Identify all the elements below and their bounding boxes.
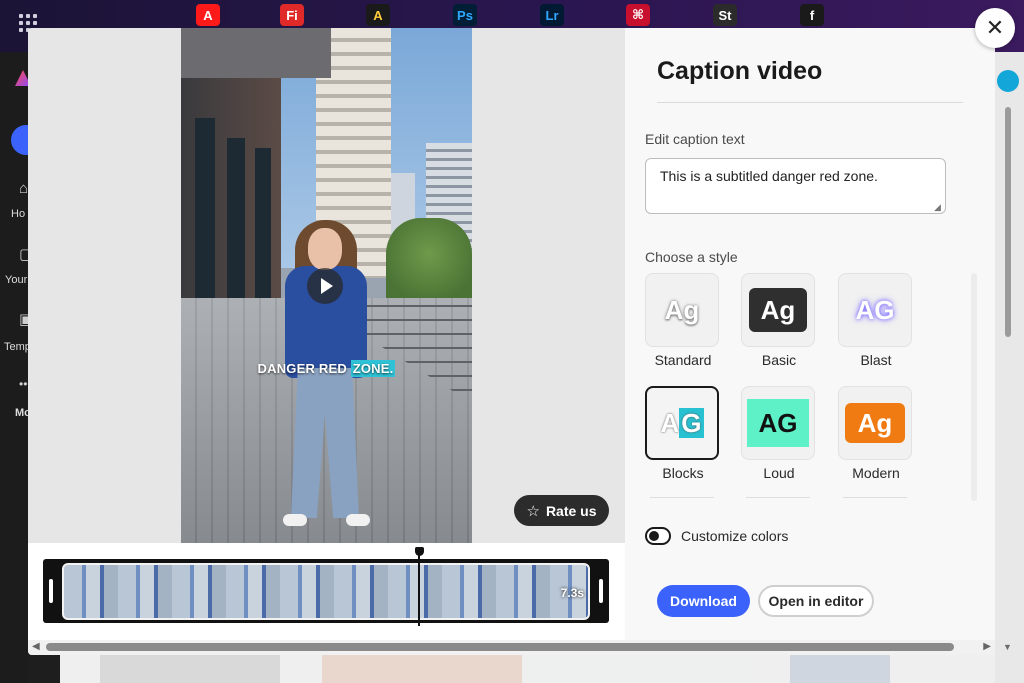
style-swatch: AG bbox=[747, 399, 809, 447]
photoshop-app-icon[interactable]: Ps bbox=[453, 4, 477, 26]
style-preview: AG bbox=[741, 386, 815, 460]
lightroom-app-icon[interactable]: Lr bbox=[540, 4, 564, 26]
style-grid: Ag Standard Ag Basic AG Blast AG Blocks … bbox=[645, 273, 945, 501]
template-thumbnail[interactable] bbox=[790, 655, 890, 683]
trim-handle-right[interactable] bbox=[599, 579, 603, 603]
caption-text-input[interactable] bbox=[645, 158, 946, 214]
fresco-app-icon[interactable]: Fi bbox=[280, 4, 304, 26]
download-button[interactable]: Download bbox=[657, 585, 750, 617]
style-option-blast[interactable]: AG Blast bbox=[838, 273, 914, 368]
horizontal-scrollbar[interactable]: ◀ ▶ bbox=[28, 640, 995, 655]
style-option-modern[interactable]: Ag Modern bbox=[838, 386, 914, 481]
video-preview[interactable]: DANGER RED ZONE. bbox=[181, 28, 472, 543]
toggle-knob bbox=[649, 531, 659, 541]
title-divider bbox=[657, 102, 963, 103]
scrollbar-thumb[interactable] bbox=[46, 643, 954, 651]
play-icon bbox=[320, 278, 333, 294]
style-name: Blast bbox=[860, 352, 892, 368]
open-in-editor-button[interactable]: Open in editor bbox=[758, 585, 874, 617]
style-swatch: Ag bbox=[749, 288, 807, 332]
style-swatch: Ag bbox=[845, 403, 905, 443]
style-name: Modern bbox=[852, 465, 900, 481]
background-template-strip bbox=[60, 655, 995, 683]
background-scrollbar[interactable] bbox=[1005, 107, 1011, 337]
video-preview-area: DANGER RED ZONE. ☆ Rate us bbox=[28, 28, 625, 543]
template-thumbnail[interactable] bbox=[322, 655, 522, 683]
rate-us-label: Rate us bbox=[545, 502, 597, 519]
user-avatar[interactable] bbox=[997, 70, 1019, 92]
style-preview: AG bbox=[645, 386, 719, 460]
playhead[interactable] bbox=[418, 547, 420, 626]
trim-handle-left[interactable] bbox=[49, 579, 53, 603]
customize-colors-label: Customize colors bbox=[681, 528, 789, 544]
style-option-loud[interactable]: AG Loud bbox=[741, 386, 817, 481]
play-button[interactable] bbox=[307, 268, 343, 304]
caption-video-dialog: DANGER RED ZONE. ☆ Rate us 7.3s ◀ ▶ Capt… bbox=[28, 28, 995, 655]
choose-style-label: Choose a style bbox=[645, 249, 738, 265]
style-option-standard[interactable]: Ag Standard bbox=[645, 273, 721, 368]
scroll-down-icon[interactable]: ▼ bbox=[1003, 642, 1012, 652]
style-swatch: Ag bbox=[664, 294, 700, 325]
left-nav: ⌂ Ho ▢ Your ▣ Temp ••• Mo bbox=[0, 52, 41, 683]
rate-us-button[interactable]: ☆ Rate us bbox=[514, 495, 609, 526]
style-swatch: AG bbox=[660, 407, 704, 438]
timeline-duration: 7.3s bbox=[560, 586, 584, 600]
background-content-right: ▼ bbox=[995, 52, 1024, 683]
caption-overlay-highlight: ZONE. bbox=[350, 360, 396, 377]
next-row-edge bbox=[746, 497, 810, 498]
caption-overlay-text: DANGER RED bbox=[257, 361, 351, 376]
style-name: Standard bbox=[654, 352, 712, 368]
close-dialog-button[interactable]: ✕ bbox=[975, 8, 1015, 48]
style-preview: Ag bbox=[838, 386, 912, 460]
star-icon: ☆ bbox=[526, 502, 540, 520]
stock-app-icon[interactable]: St bbox=[713, 4, 737, 26]
express-app-icon[interactable]: A bbox=[366, 4, 390, 26]
next-row-edge bbox=[650, 497, 714, 498]
acrobat-app-icon[interactable]: A bbox=[196, 4, 220, 26]
caption-overlay: DANGER RED ZONE. bbox=[181, 360, 472, 377]
edit-caption-label: Edit caption text bbox=[645, 131, 745, 147]
style-option-basic[interactable]: Ag Basic bbox=[741, 273, 817, 368]
dialog-title: Caption video bbox=[657, 57, 823, 85]
timeline-frames[interactable]: 7.3s bbox=[62, 563, 590, 620]
acrobat-pdf-app-icon[interactable]: ⌘ bbox=[626, 4, 650, 26]
scroll-left-icon[interactable]: ◀ bbox=[32, 641, 40, 652]
style-name: Loud bbox=[763, 465, 795, 481]
style-option-blocks[interactable]: AG Blocks bbox=[645, 386, 721, 481]
template-thumbnail[interactable] bbox=[530, 655, 750, 683]
next-row-edge bbox=[843, 497, 907, 498]
customize-colors-toggle[interactable] bbox=[645, 527, 671, 545]
style-grid-scrollbar[interactable] bbox=[971, 273, 977, 501]
resize-grip-icon[interactable]: ◢ bbox=[934, 202, 941, 213]
style-preview: AG bbox=[838, 273, 912, 347]
home-icon[interactable]: ⌂ bbox=[19, 180, 28, 197]
style-preview: Ag bbox=[645, 273, 719, 347]
style-name: Blocks bbox=[662, 465, 704, 481]
video-timeline[interactable]: 7.3s bbox=[43, 559, 609, 623]
fonts-app-icon[interactable]: f bbox=[800, 4, 824, 26]
style-name: Basic bbox=[761, 352, 797, 368]
caption-settings-panel: Caption video Edit caption text ◢ Choose… bbox=[625, 28, 995, 640]
close-icon: ✕ bbox=[985, 15, 1005, 40]
style-preview: Ag bbox=[741, 273, 815, 347]
template-thumbnail[interactable] bbox=[100, 655, 280, 683]
scroll-right-icon[interactable]: ▶ bbox=[983, 641, 991, 652]
style-swatch: AG bbox=[855, 294, 895, 325]
